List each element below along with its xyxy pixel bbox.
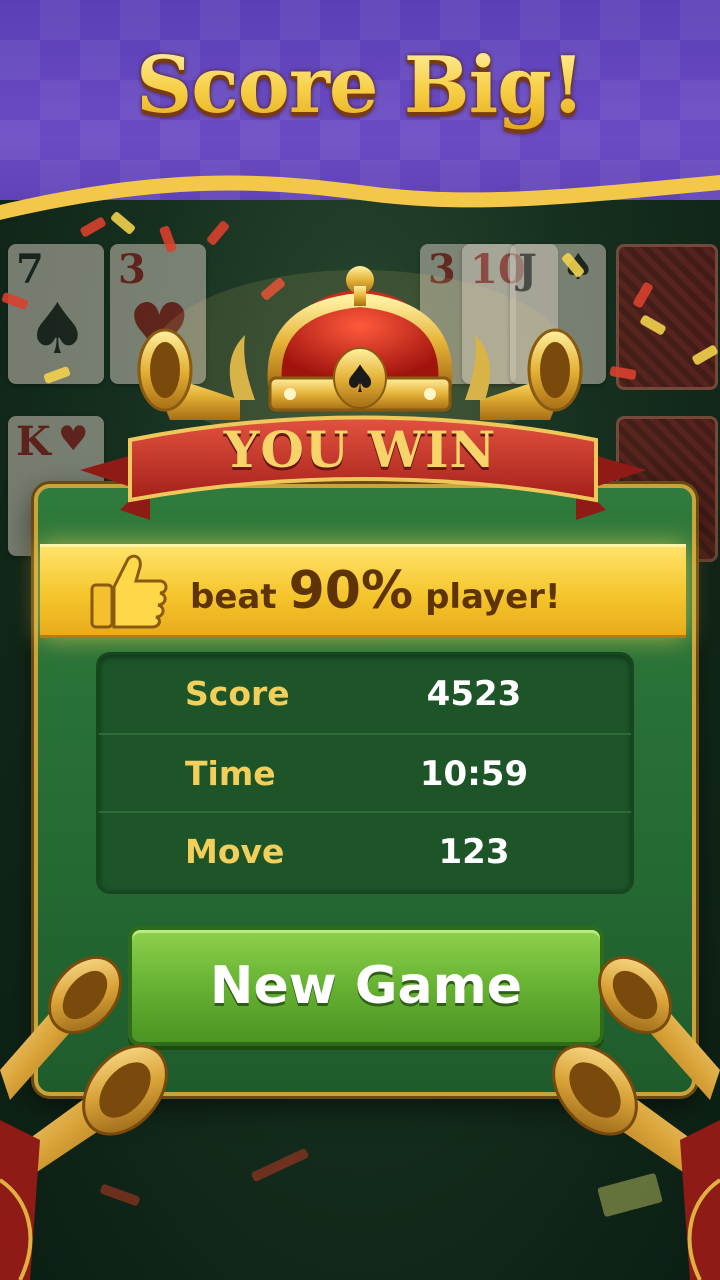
beat-suffix: player! — [425, 577, 561, 617]
beat-prefix: beat — [190, 577, 277, 617]
banner-gold-trim — [0, 175, 720, 220]
thumbs-up-icon — [90, 554, 168, 629]
beat-percent: 90% — [288, 561, 414, 621]
stat-row-move: Move 123 — [99, 811, 631, 891]
stat-value: 4523 — [426, 674, 522, 714]
stat-value: 10:59 — [419, 754, 529, 794]
stat-row-time: Time 10:59 — [99, 733, 631, 813]
trumpets-right-icon — [552, 955, 720, 1280]
card-rank: 7 — [16, 246, 44, 293]
beat-text: beat 90% player! — [190, 547, 560, 635]
trumpets-left-icon — [0, 955, 168, 1280]
beat-percentage-bar: beat 90% player! — [40, 544, 686, 638]
headline-title: Score Big! — [0, 40, 720, 131]
stat-value: 123 — [438, 832, 510, 872]
spade-icon: ♠ — [26, 288, 89, 370]
card-back — [616, 244, 718, 390]
svg-text:♠: ♠ — [343, 357, 377, 401]
you-win-title: YOU WIN — [223, 420, 497, 479]
background-card: 7 ♠ — [8, 244, 104, 384]
stats-table: Score 4523 Time 10:59 Move 123 — [96, 652, 634, 894]
stat-row-score: Score 4523 — [99, 655, 631, 733]
stat-label: Move — [185, 832, 285, 871]
stat-label: Time — [185, 754, 276, 793]
confetti — [250, 1147, 310, 1183]
stat-label: Score — [185, 674, 290, 713]
